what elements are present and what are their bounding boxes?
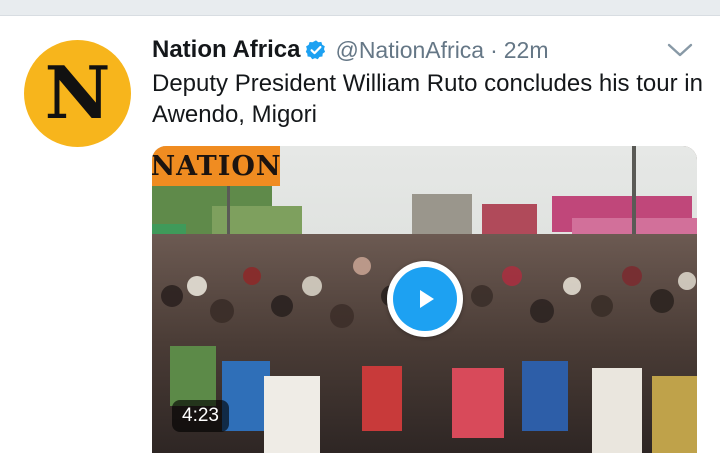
avatar-logo-letter: N xyxy=(44,49,111,135)
chevron-down-icon[interactable] xyxy=(666,40,694,60)
nation-logo: NATION xyxy=(152,146,282,186)
play-button-inner xyxy=(393,267,457,331)
verified-badge-icon xyxy=(306,40,326,60)
timestamp[interactable]: 22m xyxy=(504,37,549,64)
nation-logo-text: NATION xyxy=(152,150,282,182)
avatar[interactable]: N xyxy=(24,40,131,147)
video-thumbnail[interactable]: NATION 4:23 xyxy=(152,146,697,453)
tweet-header: Nation Africa @NationAfrica · 22m xyxy=(152,34,700,66)
display-name[interactable]: Nation Africa xyxy=(152,36,300,64)
handle[interactable]: @NationAfrica xyxy=(335,37,484,64)
meta-separator: · xyxy=(490,36,498,63)
top-divider-strip xyxy=(0,0,720,16)
play-button[interactable] xyxy=(387,261,463,337)
play-icon xyxy=(420,290,434,308)
tweet-text: Deputy President William Ruto concludes … xyxy=(152,70,703,128)
video-duration-badge: 4:23 xyxy=(172,400,229,432)
